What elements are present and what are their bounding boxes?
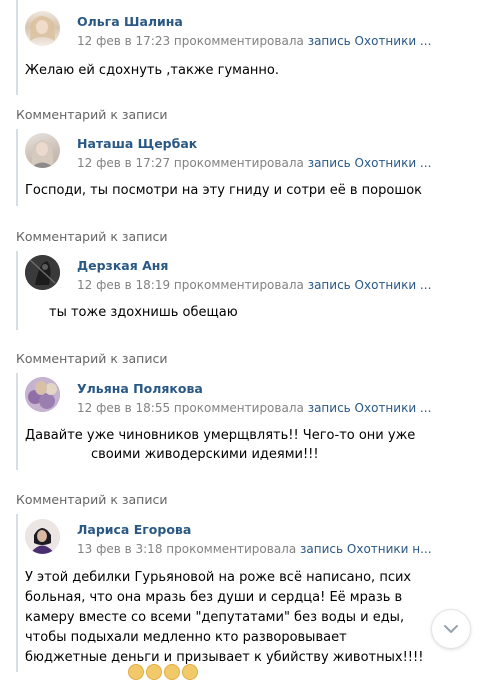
post-link[interactable]: запись Охотники ...: [308, 34, 432, 48]
comment-card: Лариса Егорова 13 фев в 3:18 прокомменти…: [16, 514, 477, 672]
comment-action: прокомментировала: [173, 34, 304, 48]
comment-card: Ольга Шалина 12 фев в 17:23 прокомментир…: [16, 0, 477, 95]
post-link[interactable]: запись Охотники н...: [300, 542, 432, 556]
comment-action: прокомментировала: [173, 278, 304, 292]
avatar[interactable]: [25, 255, 60, 290]
user-photo-icon: [25, 519, 60, 554]
post-link[interactable]: запись Охотники ...: [308, 278, 432, 292]
user-photo-icon: [30, 16, 55, 41]
comment-author[interactable]: Ульяна Полякова: [77, 381, 203, 396]
comment-card: Ульяна Полякова 12 фев в 18:55 прокоммен…: [16, 373, 477, 470]
avatar[interactable]: [25, 11, 60, 46]
comment-date[interactable]: 12 фев в 18:55: [77, 401, 170, 415]
user-photo-icon: [25, 377, 60, 412]
comment-text-line: чтобы подыхали медленно кто разворовывае…: [25, 630, 347, 645]
comment-meta: 12 фев в 17:23 прокомментировала запись …: [77, 34, 431, 48]
comment-text: Господи, ты посмотри на эту гниду и сотр…: [25, 183, 423, 198]
comment-card: Дерзкая Аня 12 фев в 18:19 прокомментиро…: [16, 251, 477, 330]
comment-text-line: больная, что она мразь без души и сердца…: [25, 590, 403, 605]
comment-card: Наташа Щербак 12 фев в 17:27 прокомменти…: [16, 129, 477, 206]
comment-text-line: У этой дебилки Гурьяновой на роже всё на…: [25, 570, 412, 585]
post-link[interactable]: запись Охотники ...: [308, 401, 432, 415]
chevron-down-icon: [444, 625, 458, 633]
comment-text-line: камеру вместе со всеми "депутатами" без …: [25, 610, 405, 625]
comment-meta: 13 фев в 3:18 прокомментировала запись О…: [77, 542, 432, 556]
comment-date[interactable]: 13 фев в 3:18: [77, 542, 162, 556]
comment-date[interactable]: 12 фев в 17:27: [77, 156, 170, 170]
comment-text: Желаю ей сдохнуть ,также гуманно.: [25, 63, 280, 78]
user-photo-icon: [25, 255, 60, 290]
comment-author[interactable]: Наташа Щербак: [77, 136, 197, 151]
emoji-icon: [164, 664, 180, 680]
avatar[interactable]: [25, 133, 60, 168]
comment-action: прокомментировала: [173, 156, 304, 170]
comment-author[interactable]: Дерзкая Аня: [77, 258, 168, 273]
scroll-down-button[interactable]: [431, 609, 471, 649]
avatar[interactable]: [25, 519, 60, 554]
section-label: Комментарий к записи: [16, 492, 168, 507]
comment-author[interactable]: Ольга Шалина: [77, 14, 183, 29]
comment-text: Давайте уже чиновников умерщвлять!! Чего…: [25, 428, 416, 443]
comment-action: прокомментировала: [166, 542, 297, 556]
comment-date[interactable]: 12 фев в 17:23: [77, 34, 170, 48]
comment-meta: 12 фев в 18:55 прокомментировала запись …: [77, 401, 431, 415]
user-photo-icon: [31, 140, 54, 168]
comment-date[interactable]: 12 фев в 18:19: [77, 278, 170, 292]
section-label: Комментарий к записи: [16, 229, 168, 244]
comment-author[interactable]: Лариса Егорова: [77, 522, 191, 537]
comment-action: прокомментировала: [173, 401, 304, 415]
avatar[interactable]: [25, 377, 60, 412]
emoji-icon: [128, 664, 144, 680]
comment-meta: 12 фев в 18:19 прокомментировала запись …: [77, 278, 431, 292]
comment-text-line: бюджетные деньги и призывает к убийству …: [25, 650, 424, 665]
section-label: Комментарий к записи: [16, 351, 168, 366]
comment-meta: 12 фев в 17:27 прокомментировала запись …: [77, 156, 431, 170]
section-label: Комментарий к записи: [16, 107, 168, 122]
emoji-icon: [182, 664, 198, 680]
comment-text: ты тоже здохнишь обещаю: [49, 305, 238, 320]
comment-text: своими живодерскими идеями!!!: [91, 447, 319, 462]
post-link[interactable]: запись Охотники ...: [308, 156, 432, 170]
emoji-icon: [146, 664, 162, 680]
